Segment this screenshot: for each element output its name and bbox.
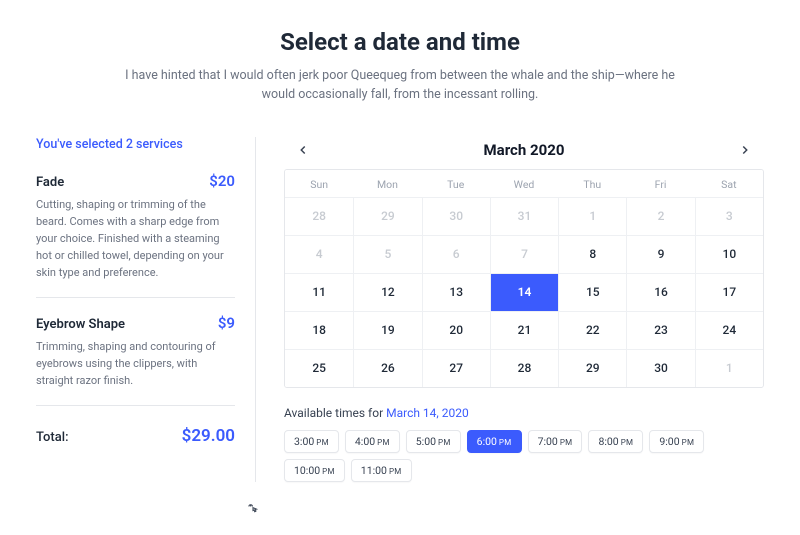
time-slot[interactable]: 3:00PM	[284, 430, 339, 453]
calendar-day: 29	[353, 197, 421, 235]
time-slot[interactable]: 4:00PM	[345, 430, 400, 453]
day-of-week-header: Wed	[490, 170, 558, 197]
page-title: Select a date and time	[120, 28, 680, 56]
calendar-day[interactable]: 19	[353, 311, 421, 349]
calendar-day[interactable]: 23	[626, 311, 694, 349]
calendar-day[interactable]: 10	[695, 235, 763, 273]
calendar-day: 28	[285, 197, 353, 235]
service-price: $9	[218, 314, 235, 332]
calendar-day: 5	[353, 235, 421, 273]
month-label: March 2020	[484, 141, 565, 159]
calendar-day[interactable]: 9	[626, 235, 694, 273]
calendar-day[interactable]: 25	[285, 349, 353, 387]
day-of-week-header: Thu	[558, 170, 626, 197]
service-item: Fade $20 Cutting, shaping or trimming of…	[36, 172, 235, 298]
services-summary: You've selected 2 services Fade $20 Cutt…	[36, 137, 256, 482]
day-of-week-header: Fri	[626, 170, 694, 197]
prev-month-button[interactable]	[290, 137, 316, 163]
cursor-icon	[246, 502, 260, 521]
calendar-day[interactable]: 22	[558, 311, 626, 349]
calendar-day[interactable]: 17	[695, 273, 763, 311]
total-label: Total:	[36, 430, 69, 445]
calendar-day: 31	[490, 197, 558, 235]
calendar-day[interactable]: 27	[422, 349, 490, 387]
calendar-day: 1	[558, 197, 626, 235]
day-of-week-header: Tue	[422, 170, 490, 197]
calendar-day[interactable]: 18	[285, 311, 353, 349]
available-times-label: Available times for March 14, 2020	[284, 406, 764, 420]
calendar-day[interactable]: 11	[285, 273, 353, 311]
calendar-day[interactable]: 28	[490, 349, 558, 387]
total-row: Total: $29.00	[36, 422, 235, 446]
time-slot[interactable]: 11:00PM	[351, 459, 412, 482]
calendar-day[interactable]: 8	[558, 235, 626, 273]
service-name: Eyebrow Shape	[36, 317, 125, 332]
calendar-day[interactable]: 30	[626, 349, 694, 387]
day-of-week-header: Sat	[695, 170, 763, 197]
calendar-day: 2	[626, 197, 694, 235]
summary-label: You've selected 2 services	[36, 137, 235, 152]
page-subtitle: I have hinted that I would often jerk po…	[120, 66, 680, 105]
calendar-day: 7	[490, 235, 558, 273]
service-name: Fade	[36, 175, 64, 190]
service-desc: Trimming, shaping and contouring of eyeb…	[36, 338, 235, 389]
time-slot[interactable]: 5:00PM	[406, 430, 461, 453]
calendar-day[interactable]: 15	[558, 273, 626, 311]
calendar-day: 30	[422, 197, 490, 235]
calendar-day[interactable]: 20	[422, 311, 490, 349]
calendar-day[interactable]: 26	[353, 349, 421, 387]
calendar-day: 1	[695, 349, 763, 387]
calendar-day: 6	[422, 235, 490, 273]
calendar-day: 4	[285, 235, 353, 273]
time-slot[interactable]: 8:00PM	[588, 430, 643, 453]
calendar-day[interactable]: 14	[490, 273, 558, 311]
calendar-day[interactable]: 13	[422, 273, 490, 311]
time-slot[interactable]: 10:00PM	[284, 459, 345, 482]
total-value: $29.00	[182, 426, 235, 446]
service-price: $20	[209, 172, 235, 190]
calendar-day[interactable]: 24	[695, 311, 763, 349]
calendar-day[interactable]: 12	[353, 273, 421, 311]
time-slot[interactable]: 9:00PM	[649, 430, 704, 453]
next-month-button[interactable]	[732, 137, 758, 163]
day-of-week-header: Sun	[285, 170, 353, 197]
calendar-day[interactable]: 21	[490, 311, 558, 349]
service-item: Eyebrow Shape $9 Trimming, shaping and c…	[36, 314, 235, 406]
calendar-day[interactable]: 29	[558, 349, 626, 387]
time-slot-row: 3:00PM 4:00PM 5:00PM 6:00PM 7:00PM8:00PM 9:00…	[284, 430, 764, 482]
calendar-day: 3	[695, 197, 763, 235]
day-of-week-header: Mon	[353, 170, 421, 197]
calendar-day[interactable]: 16	[626, 273, 694, 311]
time-slot[interactable]: 7:00PM	[528, 430, 583, 453]
calendar-grid: SunMonTueWedThuFriSat2829303112345678910…	[284, 169, 764, 388]
time-slot[interactable]: 6:00PM	[467, 430, 522, 453]
service-desc: Cutting, shaping or trimming of the bear…	[36, 196, 235, 281]
